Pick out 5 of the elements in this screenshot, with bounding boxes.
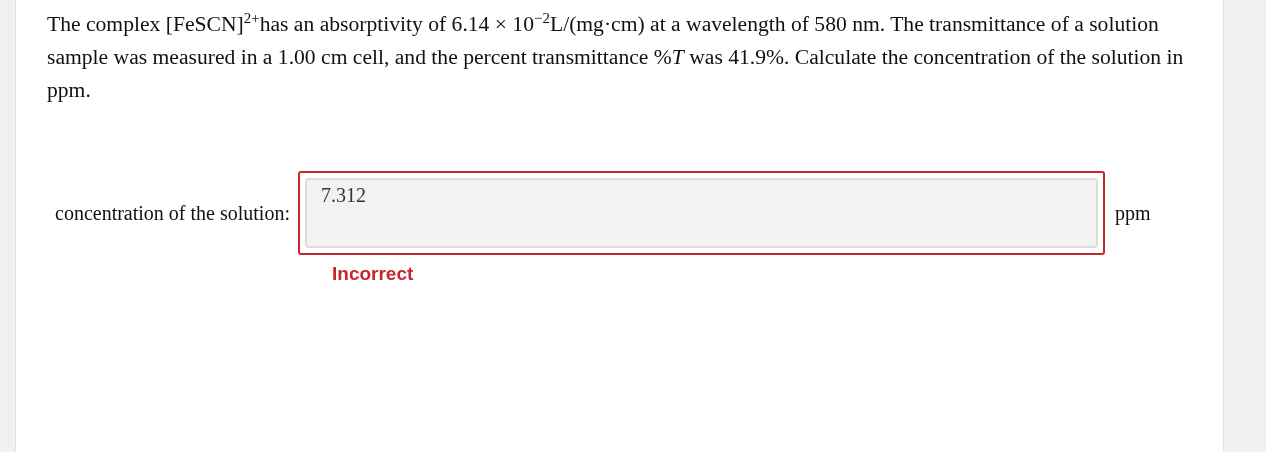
unit-label: ppm <box>1114 201 1151 225</box>
answer-field[interactable]: 7.312 <box>297 171 1105 255</box>
feedback-text: Incorrect <box>332 263 414 284</box>
answer-label: concentration of the solution: <box>55 201 290 225</box>
question-text: The complex [FeSCN]$^{2+}$has an absorptivity of 6.14 × 10$^{−2}$L/(mg·cm) at a wavelength of 580 nm. The transmittance of a solution sample was measured in a 1.00 cm cell, and the percent transmittance %T was 41.9%. Calculate the concentration of the solution in ppm. <box>47 8 1185 104</box>
